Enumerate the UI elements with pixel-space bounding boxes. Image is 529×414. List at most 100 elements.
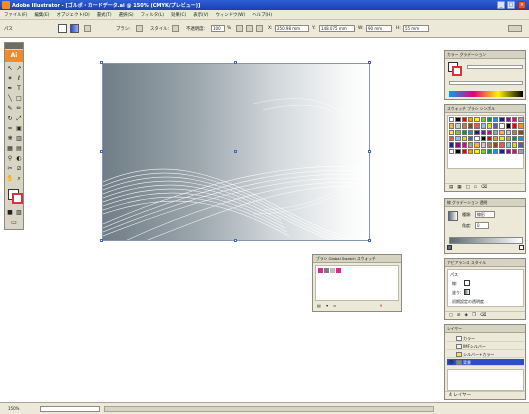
color-swatch[interactable] [455,135,461,142]
color-swatch[interactable] [449,129,455,135]
color-swatch[interactable] [486,142,493,148]
color-swatch[interactable] [499,135,505,142]
swatch-magenta[interactable] [318,268,323,273]
color-stroke-box[interactable] [452,66,462,76]
menu-edit[interactable]: 編集(E) [35,12,50,18]
stroke-swatch[interactable] [70,24,79,33]
color-swatch[interactable] [467,123,474,129]
opacity-field[interactable]: 100 [211,25,225,32]
color-swatch[interactable] [474,129,480,135]
magic-wand-tool-icon[interactable]: ✶ [6,75,14,83]
gradient-mode-icon[interactable]: ▨ [15,209,23,217]
color-swatch[interactable] [467,148,474,154]
artboard[interactable] [100,61,371,242]
warp-tool-icon[interactable]: ≈ [6,125,14,133]
color-swatch[interactable] [467,117,474,123]
color-swatch[interactable] [486,148,493,154]
new-swatch-icon[interactable]: ▫ [474,185,481,190]
color-swatch[interactable] [499,129,505,135]
menu-type[interactable]: 書式(T) [97,12,112,18]
h-field[interactable]: 55 mm [403,25,429,32]
color-swatch[interactable] [486,117,493,123]
style-dropdown[interactable] [172,25,179,32]
color-swatch[interactable] [480,129,486,135]
bounding-handle-br[interactable] [368,239,371,242]
color-swatch[interactable] [461,123,467,129]
fill-swatch[interactable] [58,24,67,33]
clear-appearance-icon[interactable]: ⊘ [457,313,465,318]
color-swatch[interactable] [467,129,474,135]
hand-tool-icon[interactable]: ✋ [6,175,14,183]
rectangle-tool-icon[interactable]: □ [15,95,23,103]
minimize-button[interactable]: _ [497,1,505,9]
color-swatch[interactable] [499,148,505,154]
layer-row[interactable]: IMFシルバー [447,343,524,350]
color-swatch[interactable] [499,142,505,148]
transform-icon[interactable] [246,25,253,32]
pencil-tool-icon[interactable]: ✏ [15,105,23,113]
gradient-type-select[interactable]: 線形 [475,211,495,218]
color-swatch[interactable] [505,123,512,129]
bounding-handle-tc[interactable] [234,61,237,64]
rotate-tool-icon[interactable]: ↻ [6,115,14,123]
selection-tool-icon[interactable]: ↖ [6,65,14,73]
color-swatch[interactable] [499,117,505,123]
gradient-tool-icon[interactable]: ▤ [15,145,23,153]
swatch-light-gray[interactable] [330,268,335,273]
color-swatch[interactable] [518,148,524,154]
gradient-stop-start[interactable] [447,245,452,250]
menu-select[interactable]: 選択(S) [119,12,134,18]
color-swatch[interactable] [461,148,467,154]
layer-row[interactable]: カラー [447,335,524,342]
color-swatch[interactable] [493,148,499,154]
line-tool-icon[interactable]: ╲ [6,95,14,103]
swatch-options-icon[interactable]: ▦ [457,185,465,190]
layers-panel-tabs[interactable]: レイヤー [445,325,525,333]
color-swatch[interactable] [455,148,461,154]
lasso-tool-icon[interactable]: ℓ [15,75,23,83]
blend-tool-icon[interactable]: ◐ [15,155,23,163]
color-swatch[interactable] [474,142,480,148]
screen-mode-icon[interactable]: ▭ [10,219,18,227]
color-swatch[interactable] [518,117,524,123]
color-mode-icon[interactable]: ■ [6,209,14,217]
maximize-button[interactable]: □ [507,1,515,9]
color-swatch[interactable] [449,123,455,129]
color-swatch[interactable] [480,117,486,123]
color-swatch[interactable] [499,123,505,129]
color-spectrum-bar[interactable] [449,91,523,97]
reference-point-icon[interactable] [256,25,263,32]
color-panel-tabs[interactable]: カラー グラデーション [445,51,525,59]
color-swatch[interactable] [512,135,518,142]
library-icon[interactable]: ▤ [317,303,321,308]
color-value-field[interactable] [449,81,523,85]
floating-panel-tabs[interactable]: ブラシ Global Swatch スウォッチ [313,255,401,263]
color-swatch[interactable] [474,148,480,154]
gradient-angle-field[interactable]: 0 [475,222,489,229]
direct-selection-tool-icon[interactable]: ↗ [15,65,23,73]
stroke-color-box[interactable] [12,193,23,204]
color-swatch[interactable] [493,135,499,142]
new-art-basic-icon[interactable]: ◻ [449,313,457,318]
graph-tool-icon[interactable]: ▥ [15,135,23,143]
layer-row[interactable]: 背景 [447,359,524,366]
appearance-fill-swatch[interactable] [464,289,470,295]
bounding-handle-tl[interactable] [100,61,103,64]
bounding-handle-mr[interactable] [368,150,371,153]
slice-tool-icon[interactable]: ⧄ [15,165,23,173]
swatches-panel-tabs[interactable]: スウォッチ ブラシ シンボル [445,105,525,113]
pen-tool-icon[interactable]: ✒ [6,85,14,93]
new-swatch-icon[interactable]: ▫ [333,303,336,308]
color-swatch[interactable] [480,148,486,154]
color-swatch[interactable] [455,117,461,123]
color-swatch[interactable] [512,123,518,129]
color-swatch[interactable] [486,129,493,135]
new-color-group-icon[interactable]: □ [466,185,474,190]
color-swatch[interactable] [474,117,480,123]
color-swatch[interactable] [518,135,524,142]
stroke-weight-dropdown[interactable] [84,25,91,32]
color-swatch[interactable] [493,123,499,129]
reduce-basic-icon[interactable]: ◈ [465,313,472,318]
color-swatch[interactable] [455,129,461,135]
gradient-stop-end[interactable] [519,245,524,250]
